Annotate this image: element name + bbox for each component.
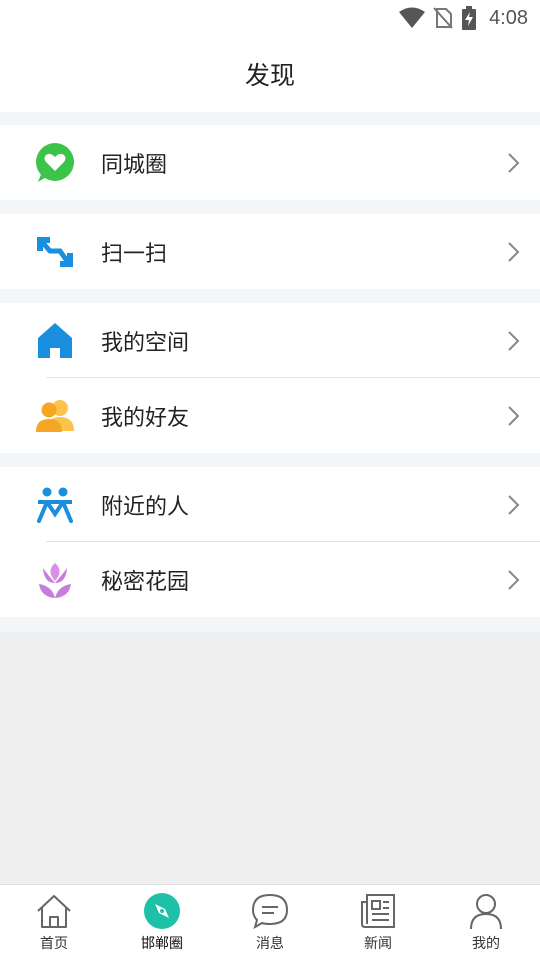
discover-menu: 同城圈 扫一扫 我的空间 我的好友 附近的人 秘密花园: [0, 112, 540, 632]
menu-item-label: 扫一扫: [101, 241, 168, 267]
menu-item-city-circle[interactable]: 同城圈: [0, 125, 540, 200]
chevron-right-icon: [508, 241, 520, 262]
tab-messages[interactable]: 消息: [216, 885, 324, 960]
chevron-right-icon: [508, 330, 520, 351]
tab-news[interactable]: 新闻: [324, 885, 432, 960]
bottom-tab-bar: 首页 邯郸圈 消息 新闻 我的: [0, 884, 540, 960]
no-sim-icon: [433, 7, 453, 29]
menu-group-3: 我的空间 我的好友: [0, 303, 540, 453]
tab-label: 首页: [40, 936, 68, 952]
menu-group-4: 附近的人 秘密花园: [0, 467, 540, 617]
status-bar: 4:08: [0, 0, 540, 36]
chevron-right-icon: [508, 152, 520, 173]
menu-item-label: 我的好友: [101, 405, 190, 431]
compass-icon: [142, 891, 182, 931]
user-icon: [466, 891, 506, 931]
menu-item-label: 我的空间: [101, 330, 190, 356]
menu-item-label: 同城圈: [101, 152, 168, 178]
people-nearby-icon: [34, 484, 76, 526]
menu-item-scan[interactable]: 扫一扫: [0, 214, 540, 289]
chevron-right-icon: [508, 494, 520, 515]
menu-item-label: 秘密花园: [101, 569, 190, 595]
message-icon: [250, 891, 290, 931]
tab-label: 邯郸圈: [141, 936, 183, 952]
page-title: 发现: [244, 61, 295, 90]
tab-label: 我的: [472, 936, 500, 952]
flower-icon: [34, 559, 76, 601]
battery-charging-icon: [462, 6, 477, 30]
status-time: 4:08: [489, 6, 528, 29]
friends-icon: [34, 395, 76, 437]
menu-item-my-space[interactable]: 我的空间: [0, 303, 540, 378]
chat-heart-icon: [34, 142, 76, 184]
menu-item-label: 附近的人: [101, 494, 190, 520]
tab-home[interactable]: 首页: [0, 885, 108, 960]
menu-item-people-nearby[interactable]: 附近的人: [0, 467, 540, 542]
home-outline-icon: [34, 891, 74, 931]
header: 发现: [0, 36, 540, 112]
status-icons: 4:08: [399, 5, 528, 31]
home-icon: [34, 320, 76, 362]
menu-group-2: 扫一扫: [0, 214, 540, 289]
empty-area: [0, 632, 540, 884]
tab-label: 消息: [256, 936, 284, 952]
news-icon: [358, 891, 398, 931]
tab-label: 新闻: [364, 936, 392, 952]
wifi-icon: [399, 7, 426, 28]
chevron-right-icon: [508, 405, 520, 426]
menu-item-my-friends[interactable]: 我的好友: [0, 378, 540, 453]
menu-item-secret-garden[interactable]: 秘密花园: [0, 542, 540, 617]
chevron-right-icon: [508, 569, 520, 590]
tab-handan-circle[interactable]: 邯郸圈: [108, 885, 216, 960]
tab-me[interactable]: 我的: [432, 885, 540, 960]
scan-icon: [34, 231, 76, 273]
menu-group-1: 同城圈: [0, 125, 540, 200]
